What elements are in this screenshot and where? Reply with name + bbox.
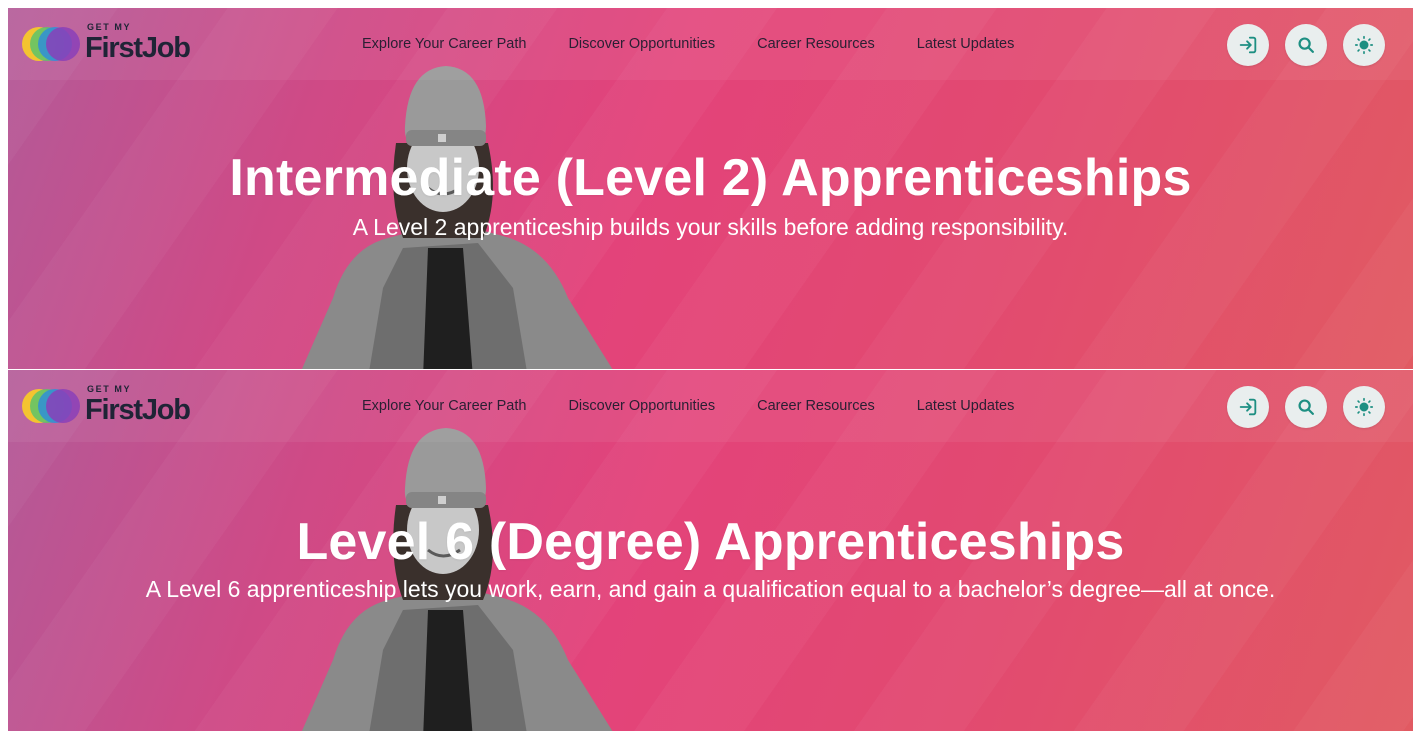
- logo-rainbow-icon: [22, 27, 80, 61]
- login-button[interactable]: [1227, 386, 1269, 428]
- hero-subtitle: A Level 6 apprenticeship lets you work, …: [145, 576, 1276, 602]
- hero-title: Level 6 (Degree) Apprenticeships: [296, 513, 1125, 571]
- login-arrow-icon: [1239, 36, 1257, 54]
- hero-panel-level-6: GET MY FirstJob Explore Your Career Path…: [8, 370, 1413, 731]
- header-actions: [1227, 24, 1385, 66]
- theme-toggle-button[interactable]: [1343, 386, 1385, 428]
- main-nav: Explore Your Career Path Discover Opport…: [362, 398, 1014, 414]
- logo-main-text: FirstJob: [85, 394, 191, 426]
- hero-panel-level-2: GET MY FirstJob Explore Your Career Path…: [8, 8, 1413, 369]
- logo-link[interactable]: GET MY FirstJob: [21, 14, 211, 74]
- hero-subtitle: A Level 2 apprenticeship builds your ski…: [352, 214, 1069, 240]
- theme-toggle-button[interactable]: [1343, 24, 1385, 66]
- sun-icon: [1354, 35, 1374, 55]
- logo-small-text: GET MY: [87, 384, 132, 394]
- main-nav: Explore Your Career Path Discover Opport…: [362, 36, 1014, 52]
- logo-main-text: FirstJob: [85, 32, 191, 64]
- site-header: GET MY FirstJob Explore Your Career Path…: [8, 8, 1413, 80]
- nav-discover-opportunities[interactable]: Discover Opportunities: [568, 398, 715, 414]
- search-icon: [1298, 399, 1314, 415]
- site-header: GET MY FirstJob Explore Your Career Path…: [8, 370, 1413, 442]
- header-actions: [1227, 386, 1385, 428]
- nav-explore-career-path[interactable]: Explore Your Career Path: [362, 36, 526, 52]
- logo-link[interactable]: GET MY FirstJob: [21, 376, 211, 436]
- search-icon: [1298, 37, 1314, 53]
- search-button[interactable]: [1285, 24, 1327, 66]
- logo-small-text: GET MY: [87, 22, 132, 32]
- login-arrow-icon: [1239, 398, 1257, 416]
- nav-career-resources[interactable]: Career Resources: [757, 398, 875, 414]
- nav-career-resources[interactable]: Career Resources: [757, 36, 875, 52]
- nav-latest-updates[interactable]: Latest Updates: [917, 36, 1015, 52]
- search-button[interactable]: [1285, 386, 1327, 428]
- hero-title: Intermediate (Level 2) Apprenticeships: [229, 149, 1192, 207]
- logo-rainbow-icon: [22, 389, 80, 423]
- nav-latest-updates[interactable]: Latest Updates: [917, 398, 1015, 414]
- nav-discover-opportunities[interactable]: Discover Opportunities: [568, 36, 715, 52]
- person-photo: [301, 66, 613, 369]
- sun-icon: [1354, 397, 1374, 417]
- nav-explore-career-path[interactable]: Explore Your Career Path: [362, 398, 526, 414]
- login-button[interactable]: [1227, 24, 1269, 66]
